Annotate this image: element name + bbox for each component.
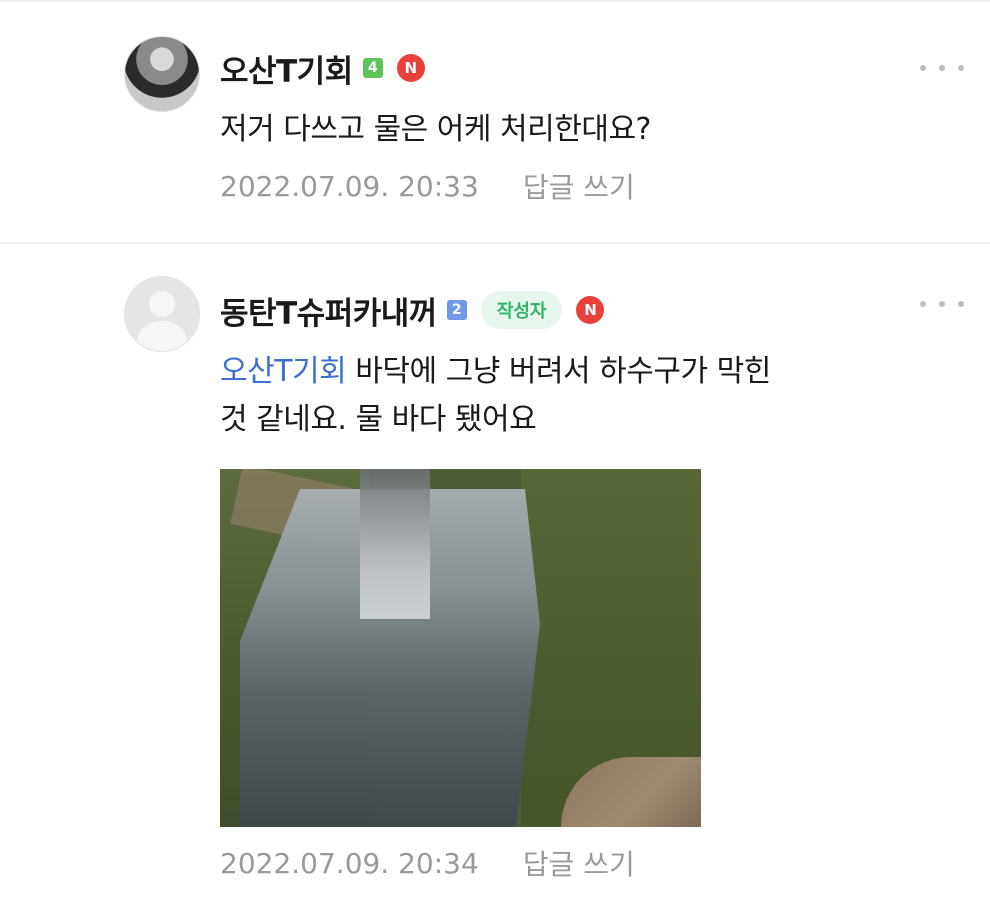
author-name[interactable]: 오산T기회 — [220, 46, 353, 91]
comment-line-2: 것 같네요. 물 바다 됐어요 — [220, 402, 537, 437]
comment-timestamp: 2022.07.09. 20:33 — [220, 169, 479, 203]
comment-item: 오산T기회 4 N 저거 다쓰고 물은 어케 처리한대요? 2022.07.09… — [0, 0, 990, 240]
mention-link[interactable]: 오산T기회 — [220, 354, 347, 389]
more-dot-icon — [920, 301, 926, 307]
avatar[interactable] — [124, 36, 200, 112]
attached-photo[interactable] — [220, 469, 701, 827]
more-dot-icon — [958, 65, 964, 71]
writer-badge: 작성자 — [480, 291, 563, 329]
comment-text: 오산T기회 바닥에 그냥 버려서 하수구가 막힌 것 같네요. 물 바다 됐어요 — [220, 348, 940, 444]
new-badge: N — [396, 54, 425, 82]
level-badge: 4 — [362, 58, 383, 78]
comment-header: 동탄T슈퍼카내꺼 2 작성자 N — [220, 288, 605, 333]
default-profile-icon[interactable] — [124, 276, 200, 352]
reply-button[interactable]: 답글 쓰기 — [523, 843, 635, 883]
comment-body: 저거 다쓰고 물은 어케 처리한대요? — [220, 112, 651, 147]
more-dot-icon — [958, 301, 964, 307]
reply-button[interactable]: 답글 쓰기 — [523, 166, 635, 206]
more-dot-icon — [920, 65, 926, 71]
author-name[interactable]: 동탄T슈퍼카내꺼 — [220, 288, 437, 333]
comment-header: 오산T기회 4 N — [220, 46, 425, 91]
more-options-button[interactable] — [920, 56, 964, 80]
more-dot-icon — [939, 65, 945, 71]
comment-line-1: 오산T기회 바닥에 그냥 버려서 하수구가 막힌 — [220, 348, 940, 396]
more-dot-icon — [939, 301, 945, 307]
new-badge: N — [576, 296, 605, 324]
comment-text: 저거 다쓰고 물은 어케 처리한대요? — [220, 106, 651, 154]
comment-timestamp: 2022.07.09. 20:34 — [220, 846, 479, 880]
comment-body-part: 바닥에 그냥 버려서 하수구가 막힌 — [346, 354, 771, 389]
level-badge: 2 — [446, 300, 467, 320]
comment-meta: 2022.07.09. 20:33 답글 쓰기 — [220, 166, 635, 206]
comment-meta: 2022.07.09. 20:34 답글 쓰기 — [220, 843, 635, 883]
more-options-button[interactable] — [920, 292, 964, 316]
